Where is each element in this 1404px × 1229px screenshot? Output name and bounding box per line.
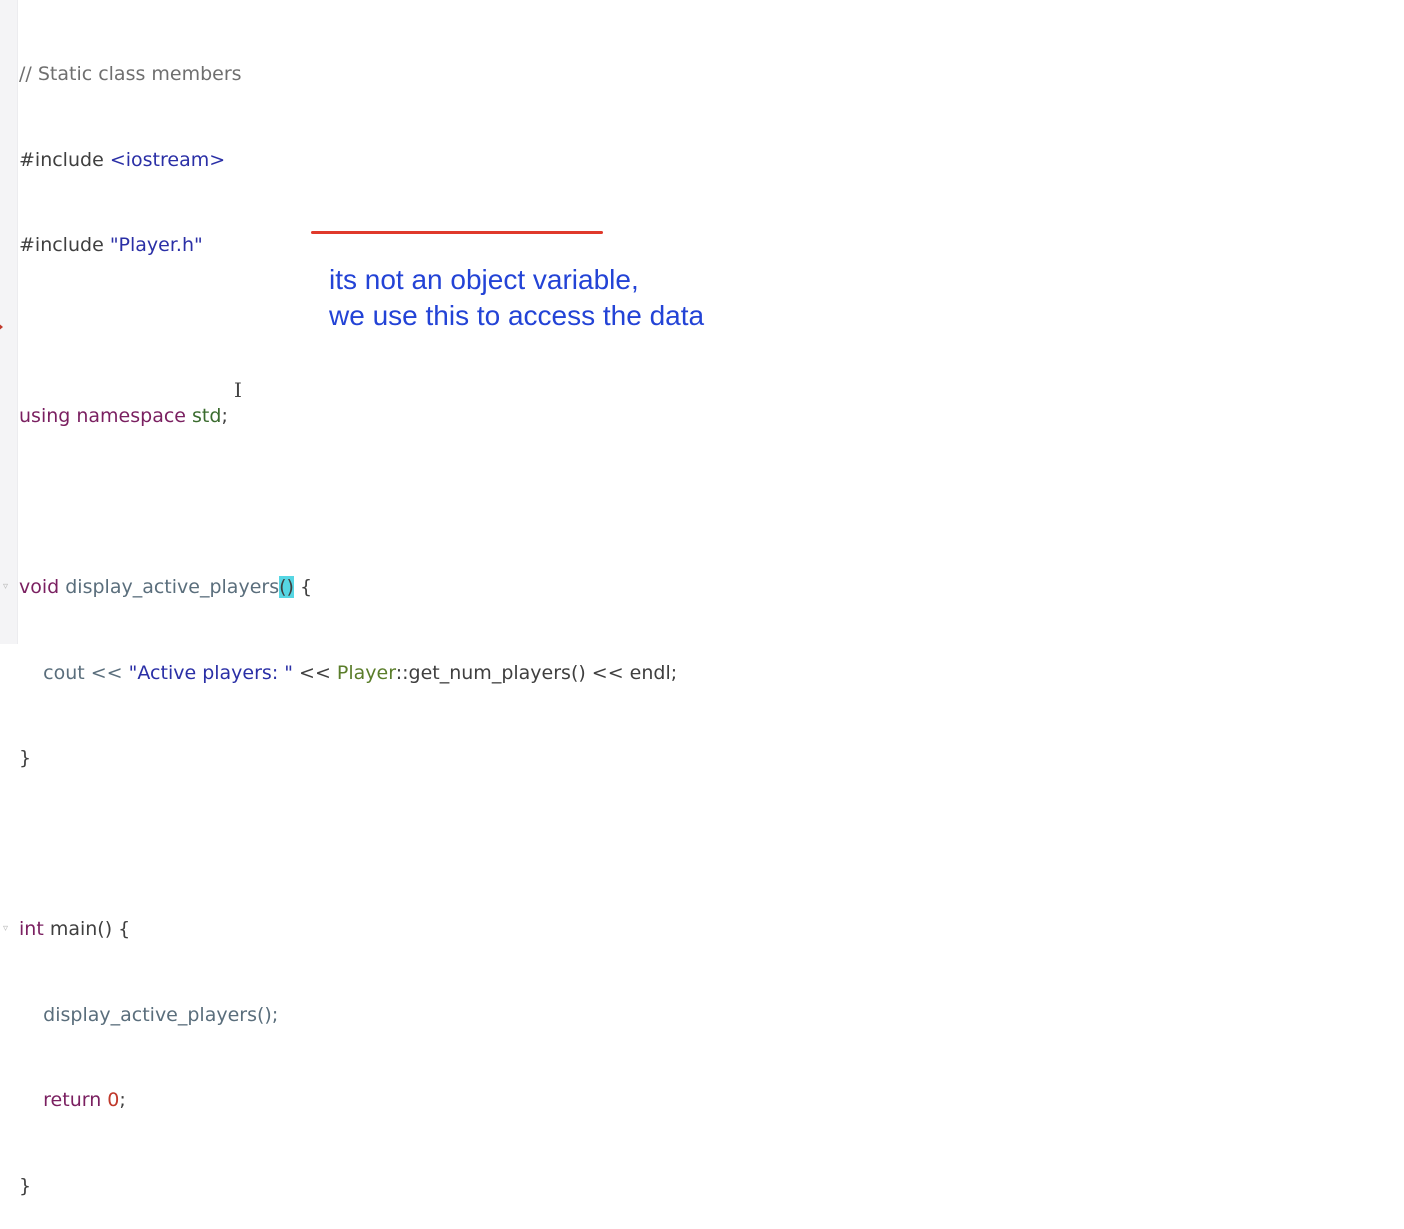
keyword: return (19, 1089, 108, 1111)
function-call: display_active_players(); (19, 1003, 279, 1026)
namespace-name: std (192, 405, 222, 427)
code-editor[interactable]: // Static class members #include <iostre… (3, 3, 677, 1229)
keyword: using namespace (19, 405, 193, 427)
code-line-14: } (19, 1172, 677, 1201)
comment: // Static class members (19, 63, 242, 85)
code-line-11: ▿ int main() { (3, 915, 677, 944)
include-target: <iostream> (109, 148, 226, 171)
fold-toggle-icon[interactable]: ▿ (3, 573, 8, 602)
closing-brace: } (19, 747, 32, 769)
include-target: "Player.h" (109, 234, 203, 256)
code-line-2: #include <iostream> (19, 146, 677, 175)
string-literal: "Active players: " (128, 661, 293, 684)
function-name: display_active_players (65, 576, 280, 598)
breakpoint-marker-icon[interactable] (0, 322, 3, 332)
class-name: Player (336, 661, 396, 684)
number-literal: 0 (107, 1089, 120, 1111)
code-line-13: return 0; (19, 1086, 677, 1115)
function-signature: main() { (49, 918, 131, 940)
text-cursor-icon: I (234, 378, 242, 402)
punctuation: ; (119, 1089, 126, 1111)
static-call: ::get_num_players() << endl; (395, 661, 678, 684)
annotation-note: its not an object variable, we use this … (329, 262, 704, 334)
annotation-underline (311, 231, 603, 234)
code-line-1: // Static class members (19, 60, 677, 89)
bracket-match-highlight: () (279, 576, 294, 598)
code-line-9: } (19, 744, 677, 773)
keyword: void (19, 576, 66, 598)
punctuation: ; (221, 405, 228, 427)
preprocessor-include: #include (19, 148, 110, 171)
keyword: int (19, 918, 50, 940)
annotation-line-2: we use this to access the data (329, 300, 705, 331)
code-line-8: cout << "Active players: " << Player::ge… (19, 659, 677, 688)
preprocessor-include: #include (19, 234, 110, 256)
closing-brace: } (19, 1174, 32, 1197)
code-line-3: #include "Player.h" (19, 231, 677, 260)
stream-expression: cout << (19, 661, 129, 684)
punctuation: { (293, 576, 313, 598)
code-line-5: using namespace std; (19, 402, 677, 431)
code-line-12: display_active_players(); (19, 1001, 677, 1030)
fold-toggle-icon[interactable]: ▿ (3, 915, 8, 944)
code-line-7: ▿ void display_active_players() { (3, 573, 677, 602)
annotation-line-1: its not an object variable, (329, 264, 639, 295)
operator: << (293, 661, 337, 684)
